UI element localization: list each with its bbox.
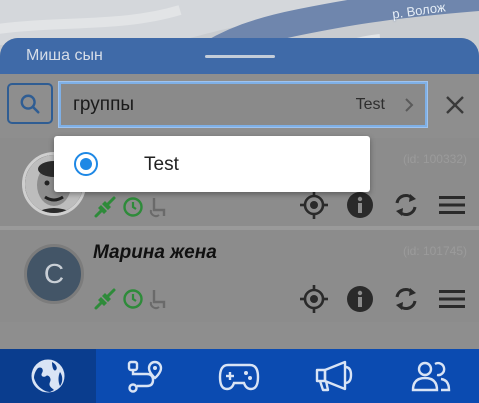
option-radio[interactable] [74, 152, 98, 176]
clock-icon [123, 289, 143, 309]
nav-map[interactable] [0, 349, 96, 403]
contact-card[interactable]: С Марина жена (id: 101745) [0, 230, 479, 322]
gamepad-icon [219, 363, 260, 391]
wheelchair-icon [149, 198, 166, 218]
info-icon [347, 286, 373, 312]
refresh-icon [395, 288, 417, 310]
menu-button[interactable] [437, 190, 467, 220]
refresh-button[interactable] [391, 284, 421, 314]
nav-games[interactable] [192, 349, 288, 403]
radio-selected-dot [80, 158, 92, 170]
route-icon [127, 360, 162, 393]
search-row: группы Test [0, 74, 479, 134]
locate-button[interactable] [299, 190, 329, 220]
bottom-sheet: Миша сын группы Test (id: 100332) С Мари… [0, 38, 479, 350]
hamburger-menu-icon [439, 196, 465, 214]
close-icon [446, 96, 464, 114]
hamburger-menu-icon [439, 290, 465, 308]
option-label[interactable]: Test [144, 154, 179, 176]
info-button[interactable] [345, 190, 375, 220]
clock-icon [123, 197, 143, 217]
contact-actions [299, 284, 467, 314]
info-icon [347, 192, 373, 218]
menu-button[interactable] [437, 284, 467, 314]
status-icons [92, 194, 168, 220]
avatar: С [24, 244, 84, 304]
wheelchair-icon [149, 290, 166, 310]
plug-icon [94, 288, 116, 310]
crosshair-icon [300, 191, 328, 219]
contact-actions [299, 190, 467, 220]
refresh-button[interactable] [391, 190, 421, 220]
drag-handle[interactable] [205, 55, 275, 58]
search-input-value: группы [73, 94, 135, 115]
nav-routes[interactable] [96, 349, 192, 403]
refresh-icon [395, 194, 417, 216]
locate-button[interactable] [299, 284, 329, 314]
nav-people[interactable] [383, 349, 479, 403]
megaphone-icon [316, 360, 353, 392]
sheet-header[interactable]: Миша сын [0, 38, 479, 74]
nav-announcements[interactable] [287, 349, 383, 403]
selected-group-label: Test [355, 96, 385, 113]
contact-id: (id: 101745) [402, 244, 467, 258]
people-icon [411, 361, 451, 392]
globe-icon [31, 359, 65, 393]
contact-name: Марина жена [93, 242, 217, 263]
group-dropdown: Test [54, 136, 370, 192]
search-button[interactable] [7, 83, 53, 124]
contact-id: (id: 100332) [402, 152, 467, 166]
status-icons [92, 286, 168, 312]
crosshair-icon [300, 285, 328, 313]
chevron-right-icon [405, 98, 414, 112]
plug-icon [94, 196, 116, 218]
clear-button[interactable] [441, 91, 469, 119]
sheet-title: Миша сын [26, 47, 103, 64]
avatar-initial: С [43, 258, 65, 289]
bottom-nav [0, 349, 479, 403]
search-icon [20, 94, 40, 114]
info-button[interactable] [345, 284, 375, 314]
group-select-field[interactable]: группы Test [58, 81, 428, 128]
